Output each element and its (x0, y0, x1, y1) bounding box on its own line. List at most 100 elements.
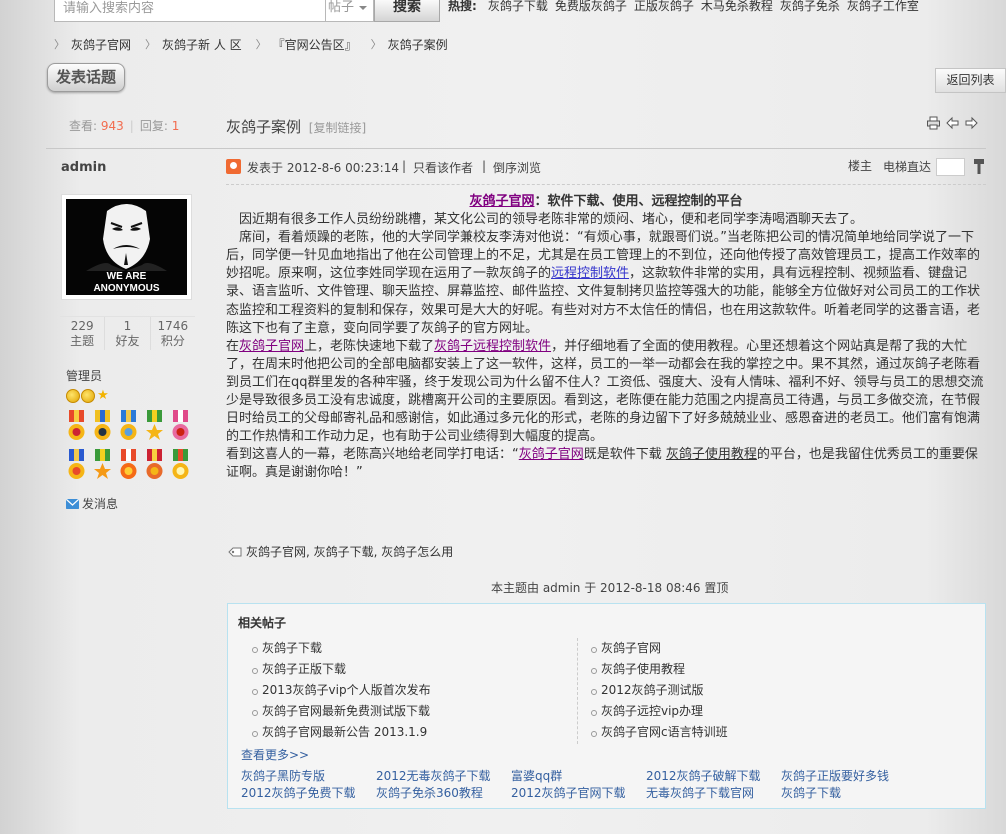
breadcrumb-item[interactable]: 灰鸽子案例 (388, 38, 448, 52)
list-item[interactable]: 灰鸽子下载 (248, 638, 568, 659)
only-author-link[interactable]: 只看该作者 (413, 159, 473, 176)
send-message-label: 发消息 (82, 497, 119, 511)
related-link[interactable]: 无毒灰鸽子下载官网 (646, 785, 781, 801)
list-item[interactable]: 灰鸽子官网最新免费测试版下载 (248, 701, 568, 722)
stat-value: 1 (123, 319, 132, 333)
search-button[interactable]: 搜索 (374, 0, 440, 22)
list-item[interactable]: 2012灰鸽子测试版 (587, 680, 907, 701)
list-item[interactable]: 灰鸽子远控vip办理 (587, 701, 907, 722)
paragraph: 席间，看着烦躁的老陈，他的大学同学兼校友李涛对他说：“有烦心事，就跟哥们说。”当… (226, 229, 986, 338)
related-link[interactable]: 2012无毒灰鸽子下载 (376, 768, 511, 784)
star-icon: ★ (97, 388, 109, 403)
tag-list[interactable]: 灰鸽子官网, 灰鸽子下载, 灰鸽子怎么用 (246, 543, 453, 560)
breadcrumb-item[interactable]: 『官网公告区』 (273, 38, 357, 52)
thread-title: 灰鸽子案例 [复制链接] (226, 116, 366, 137)
list-item[interactable]: 2013灰鸽子vip个人版首次发布 (248, 680, 568, 701)
go-icon[interactable] (974, 159, 984, 174)
official-site-link[interactable]: 灰鸽子官网 (469, 194, 534, 209)
avatar-text: WE ARE ANONYMOUS (66, 271, 187, 295)
medal-icon[interactable] (118, 410, 139, 444)
thread-title-text: 灰鸽子案例 (226, 118, 302, 136)
related-link[interactable]: 灰鸽子黑防专版 (241, 768, 376, 784)
mail-icon (66, 498, 79, 509)
breadcrumb: 〉灰鸽子官网 〉灰鸽子新 人 区 〉『官网公告区』 〉灰鸽子案例 (54, 38, 462, 52)
medal-icon[interactable] (92, 410, 113, 444)
related-title: 相关帖子 (238, 616, 287, 630)
related-link[interactable]: 2012灰鸽子破解下载 (646, 768, 781, 784)
view-more-link[interactable]: 查看更多>> (241, 746, 309, 763)
user-group[interactable]: 管理员 (66, 367, 102, 384)
medal-icon[interactable] (92, 449, 113, 483)
medal-icon[interactable] (170, 410, 191, 444)
official-site-link[interactable]: 灰鸽子官网 (519, 447, 584, 462)
send-message-link[interactable]: 发消息 (66, 495, 118, 512)
online-status-icon (226, 159, 241, 174)
related-link[interactable]: 富婆qq群 (511, 768, 646, 784)
tutorial-link[interactable]: 灰鸽子使用教程 (666, 447, 757, 462)
post-divider (226, 184, 986, 185)
search-input[interactable]: 请输入搜索内容 (54, 0, 326, 22)
medal-icon[interactable] (66, 410, 87, 444)
list-item[interactable]: 灰鸽子官网 (587, 638, 907, 659)
medal-icon[interactable] (118, 449, 139, 483)
separator: | (482, 159, 487, 173)
header-divider (46, 148, 986, 149)
breadcrumb-item[interactable]: 灰鸽子新 人 区 (162, 38, 242, 52)
post-date: 发表于 2012-8-6 00:23:14 (247, 161, 399, 175)
remote-software-link[interactable]: 灰鸽子远程控制软件 (434, 339, 551, 354)
author-name[interactable]: admin (61, 160, 106, 175)
print-icon[interactable] (926, 116, 941, 130)
avatar-image: WE ARE ANONYMOUS (66, 199, 187, 295)
related-link[interactable]: 2012灰鸽子官网下载 (511, 785, 646, 801)
stat-threads[interactable]: 229 主题 (60, 317, 106, 350)
list-item[interactable]: 灰鸽子正版下载 (248, 659, 568, 680)
post-heading-text: ：软件下载、使用、远程控制的平台 (534, 194, 743, 209)
views-count: 943 (100, 119, 124, 133)
separator: | (402, 159, 407, 173)
hot-link[interactable]: 灰鸽子工作室 (847, 0, 919, 16)
medal-icon[interactable] (144, 410, 165, 444)
paragraph-text: 上，老陈快速地下载了 (304, 338, 435, 354)
previous-thread-icon[interactable] (945, 116, 960, 130)
search-type-select[interactable]: 帖子 (325, 0, 374, 22)
related-link[interactable]: 灰鸽子下载 (781, 785, 916, 801)
next-thread-icon[interactable] (964, 116, 979, 130)
hot-link[interactable]: 灰鸽子下载 (488, 0, 548, 16)
paragraph: 在灰鸽子官网上，老陈快速地下载了灰鸽子远程控制软件，并仔细地看了全面的使用教程。… (226, 338, 986, 447)
stat-label: 积分 (160, 334, 185, 348)
top-search-bar: 请输入搜索内容 帖子 搜索 热搜: 灰鸽子下载 免费版灰鸽子 正版灰鸽子 木马免… (0, 0, 1006, 24)
medal-icon[interactable] (170, 449, 191, 483)
related-link[interactable]: 2012灰鸽子免费下载 (241, 785, 376, 801)
sticky-note: 本主题由 admin 于 2012-8-18 08:46 置顶 (491, 581, 729, 595)
stat-points[interactable]: 1746 积分 (151, 317, 195, 350)
user-rank: ★ (66, 389, 110, 403)
avatar[interactable]: WE ARE ANONYMOUS (61, 194, 192, 300)
list-item[interactable]: 灰鸽子官网c语言特训班 (587, 722, 907, 743)
hot-link[interactable]: 灰鸽子免杀 (780, 0, 840, 16)
medal-icon[interactable] (144, 449, 165, 483)
replies-count: 1 (171, 119, 180, 133)
related-links: 灰鸽子黑防专版 2012无毒灰鸽子下载 富婆qq群 2012灰鸽子破解下载 灰鸽… (241, 768, 981, 801)
stat-friends[interactable]: 1 好友 (105, 317, 151, 350)
floor-jump-input[interactable] (936, 158, 965, 176)
hot-link[interactable]: 免费版灰鸽子 (555, 0, 627, 16)
related-link[interactable]: 灰鸽子正版要好多钱 (781, 768, 916, 784)
hot-link[interactable]: 正版灰鸽子 (634, 0, 694, 16)
post-content: 灰鸽子官网：软件下载、使用、远程控制的平台 因近期有很多工作人员纷纷跳槽，某文化… (226, 193, 986, 483)
copy-link-button[interactable]: [复制链接] (309, 121, 366, 135)
breadcrumb-item[interactable]: 灰鸽子官网 (71, 38, 131, 52)
list-item[interactable]: 灰鸽子官网最新公告 2013.1.9 (248, 722, 568, 743)
related-link[interactable]: 灰鸽子免杀360教程 (376, 785, 511, 801)
paragraph: 看到这喜人的一幕，老陈高兴地给老同学打电话：“灰鸽子官网既是软件下载 灰鸽子使用… (226, 446, 986, 482)
hot-link[interactable]: 木马免杀教程 (701, 0, 773, 16)
remote-control-link[interactable]: 远程控制软件 (551, 266, 629, 281)
search-type-label: 帖子 (328, 0, 355, 15)
back-to-list-button[interactable]: 返回列表 (935, 68, 1006, 93)
paragraph: 因近期有很多工作人员纷纷跳槽，某文化公司的领导老陈非常的烦闷、堵心，便和老同学李… (239, 212, 864, 228)
tag-icon (228, 547, 242, 556)
list-item[interactable]: 灰鸽子使用教程 (587, 659, 907, 680)
medal-icon[interactable] (66, 449, 87, 483)
reverse-order-link[interactable]: 倒序浏览 (493, 159, 541, 176)
official-site-link[interactable]: 灰鸽子官网 (239, 339, 304, 354)
new-topic-button[interactable]: 发表话题 (47, 63, 125, 92)
